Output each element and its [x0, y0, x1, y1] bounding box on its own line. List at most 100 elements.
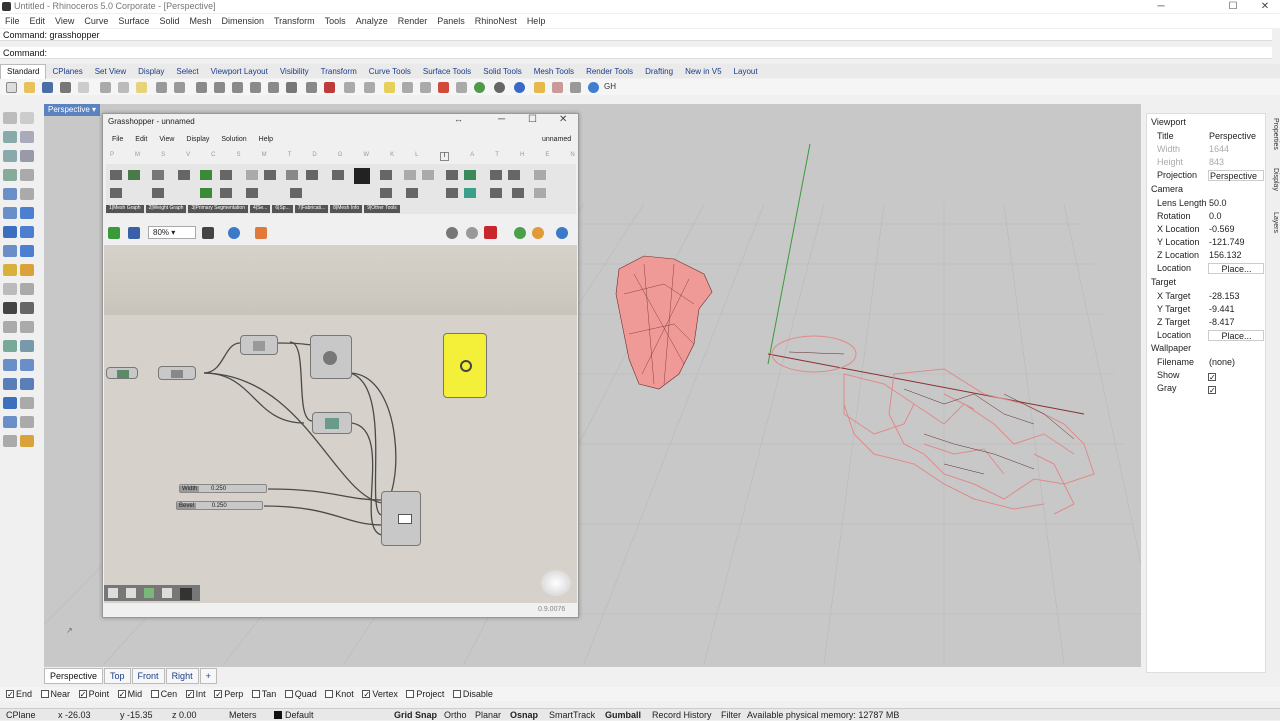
texture-icon[interactable] [420, 82, 431, 93]
camera-place-button[interactable]: Place... [1208, 263, 1264, 274]
new-file-icon[interactable] [6, 82, 17, 93]
array-icon[interactable] [20, 359, 34, 371]
gh-tab-curve[interactable]: C [211, 152, 215, 161]
properties-icon[interactable] [78, 82, 89, 93]
z-location-field[interactable]: 156.132 [1208, 250, 1264, 261]
rotation-field[interactable]: 0.0 [1208, 211, 1264, 222]
tab-surface-tools[interactable]: Surface Tools [417, 65, 477, 79]
gh-profiler-icon[interactable] [144, 588, 154, 598]
gh-mesh-param-component[interactable] [106, 367, 138, 379]
status-grid-snap[interactable]: Grid Snap [394, 709, 437, 721]
analyze-icon[interactable] [3, 302, 17, 314]
gh-group-mesh-info[interactable]: 8|Mesh Info [330, 205, 363, 213]
gh-menu-view[interactable]: View [159, 136, 174, 143]
gh-tab-t[interactable]: T [495, 152, 499, 161]
minimize-button[interactable]: ─ [1150, 0, 1172, 13]
tab-render-tools[interactable]: Render Tools [580, 65, 639, 79]
curve-icon[interactable] [20, 150, 34, 162]
osnap-knot[interactable]: Knot [325, 687, 354, 701]
osnap-vertex-checkbox[interactable] [362, 688, 371, 702]
osnap-point[interactable]: Point [78, 687, 109, 702]
print-icon[interactable] [60, 82, 71, 93]
osnap-near-checkbox[interactable] [40, 690, 49, 698]
gh-tab-e[interactable]: E [545, 152, 549, 161]
projection-dropdown[interactable]: Perspective [1208, 170, 1264, 181]
grid-icon[interactable] [306, 82, 317, 93]
cow-mesh[interactable] [615, 255, 713, 390]
group-icon[interactable] [3, 359, 17, 371]
z-target-field[interactable]: -8.417 [1208, 317, 1264, 328]
menu-surface[interactable]: Surface [118, 14, 149, 28]
ghosted-sphere-icon[interactable] [494, 82, 505, 93]
sweep-icon[interactable] [20, 416, 34, 428]
lens-length-field[interactable]: 50.0 [1208, 198, 1264, 209]
status-osnap[interactable]: Osnap [510, 709, 538, 721]
gh-preview-mesh-icon[interactable] [532, 227, 544, 239]
rendered-sphere-icon[interactable] [474, 82, 485, 93]
scale-icon[interactable] [20, 378, 34, 390]
command-prompt[interactable]: Command: [0, 47, 1272, 59]
osnap-tan[interactable]: Tan [251, 687, 276, 701]
wallpaper-show-checkbox[interactable] [1208, 371, 1216, 384]
render-icon[interactable] [438, 82, 449, 93]
osnap-perp[interactable]: Perp [214, 687, 243, 702]
gh-markov-icon[interactable] [126, 588, 136, 598]
side-tab-properties[interactable]: Properties [1267, 118, 1279, 162]
tab-set-view[interactable]: Set View [89, 65, 132, 79]
gh-bevel-slider[interactable]: Bevel 0.250 [176, 501, 263, 510]
gh-selected-yellow-component[interactable] [443, 333, 487, 398]
osnap-cen-checkbox[interactable] [150, 690, 159, 698]
x-location-field[interactable]: -0.569 [1208, 224, 1264, 235]
osnap-int[interactable]: Int [185, 687, 206, 702]
tab-right[interactable]: Right [165, 668, 199, 684]
mirror-icon[interactable] [3, 378, 17, 390]
fillet-icon[interactable] [3, 397, 17, 409]
gh-menu-file[interactable]: File [112, 136, 123, 143]
pan-icon[interactable] [174, 82, 185, 93]
osnap-project-checkbox[interactable] [406, 690, 415, 698]
menu-mesh[interactable]: Mesh [189, 14, 211, 28]
close-button[interactable]: ✕ [1254, 0, 1276, 13]
tab-curve-tools[interactable]: Curve Tools [363, 65, 417, 79]
tab-viewport-layout[interactable]: Viewport Layout [205, 65, 274, 79]
select-icon[interactable] [324, 82, 335, 93]
osnap-point-checkbox[interactable] [78, 688, 87, 702]
zoom-selected-icon[interactable] [268, 82, 279, 93]
surface-icon[interactable] [20, 207, 34, 219]
prop-title-value[interactable]: Perspective [1208, 131, 1264, 142]
gh-group-fabrication[interactable]: 7|Fabricati... [294, 205, 329, 213]
tab-select[interactable]: Select [170, 65, 204, 79]
add-viewport-tab-button[interactable]: + [199, 668, 217, 684]
gh-menu-edit[interactable]: Edit [135, 136, 147, 143]
polyline-icon[interactable] [3, 150, 17, 162]
gh-menu-display[interactable]: Display [186, 136, 209, 143]
gh-menu-help[interactable]: Help [259, 136, 273, 143]
cow-pattern-curves[interactable] [771, 335, 1095, 515]
boolean-icon[interactable] [20, 283, 34, 295]
arc-icon[interactable] [20, 169, 34, 181]
gh-tab-a[interactable]: A [470, 152, 474, 161]
split-icon[interactable] [20, 321, 34, 333]
tab-top[interactable]: Top [104, 668, 131, 684]
status-ortho[interactable]: Ortho [444, 709, 467, 721]
gh-widget-icon[interactable] [108, 588, 118, 598]
join-icon[interactable] [3, 340, 17, 352]
tab-standard[interactable]: Standard [0, 64, 47, 79]
osnap-disable-checkbox[interactable] [452, 690, 461, 698]
tab-layout[interactable]: Layout [728, 65, 764, 79]
gh-tab-sets[interactable]: S [161, 152, 165, 161]
text-icon[interactable] [3, 435, 17, 447]
menu-rhinonest[interactable]: RhinoNest [475, 14, 517, 28]
gh-save-icon[interactable] [128, 227, 140, 239]
status-cplane[interactable]: CPlane [6, 709, 36, 721]
render-tool-icon[interactable] [20, 302, 34, 314]
osnap-tan-checkbox[interactable] [251, 690, 260, 698]
point-icon[interactable] [3, 131, 17, 143]
gh-shaded-preview-icon[interactable] [466, 227, 478, 239]
gh-tab-g[interactable]: G [338, 152, 343, 161]
gh-close-button[interactable]: ✕ [559, 114, 567, 125]
menu-view[interactable]: View [55, 14, 74, 28]
select-arrow-icon[interactable] [3, 112, 17, 124]
gh-open-icon[interactable] [108, 227, 120, 239]
gh-selected-preview-icon[interactable] [484, 226, 497, 239]
